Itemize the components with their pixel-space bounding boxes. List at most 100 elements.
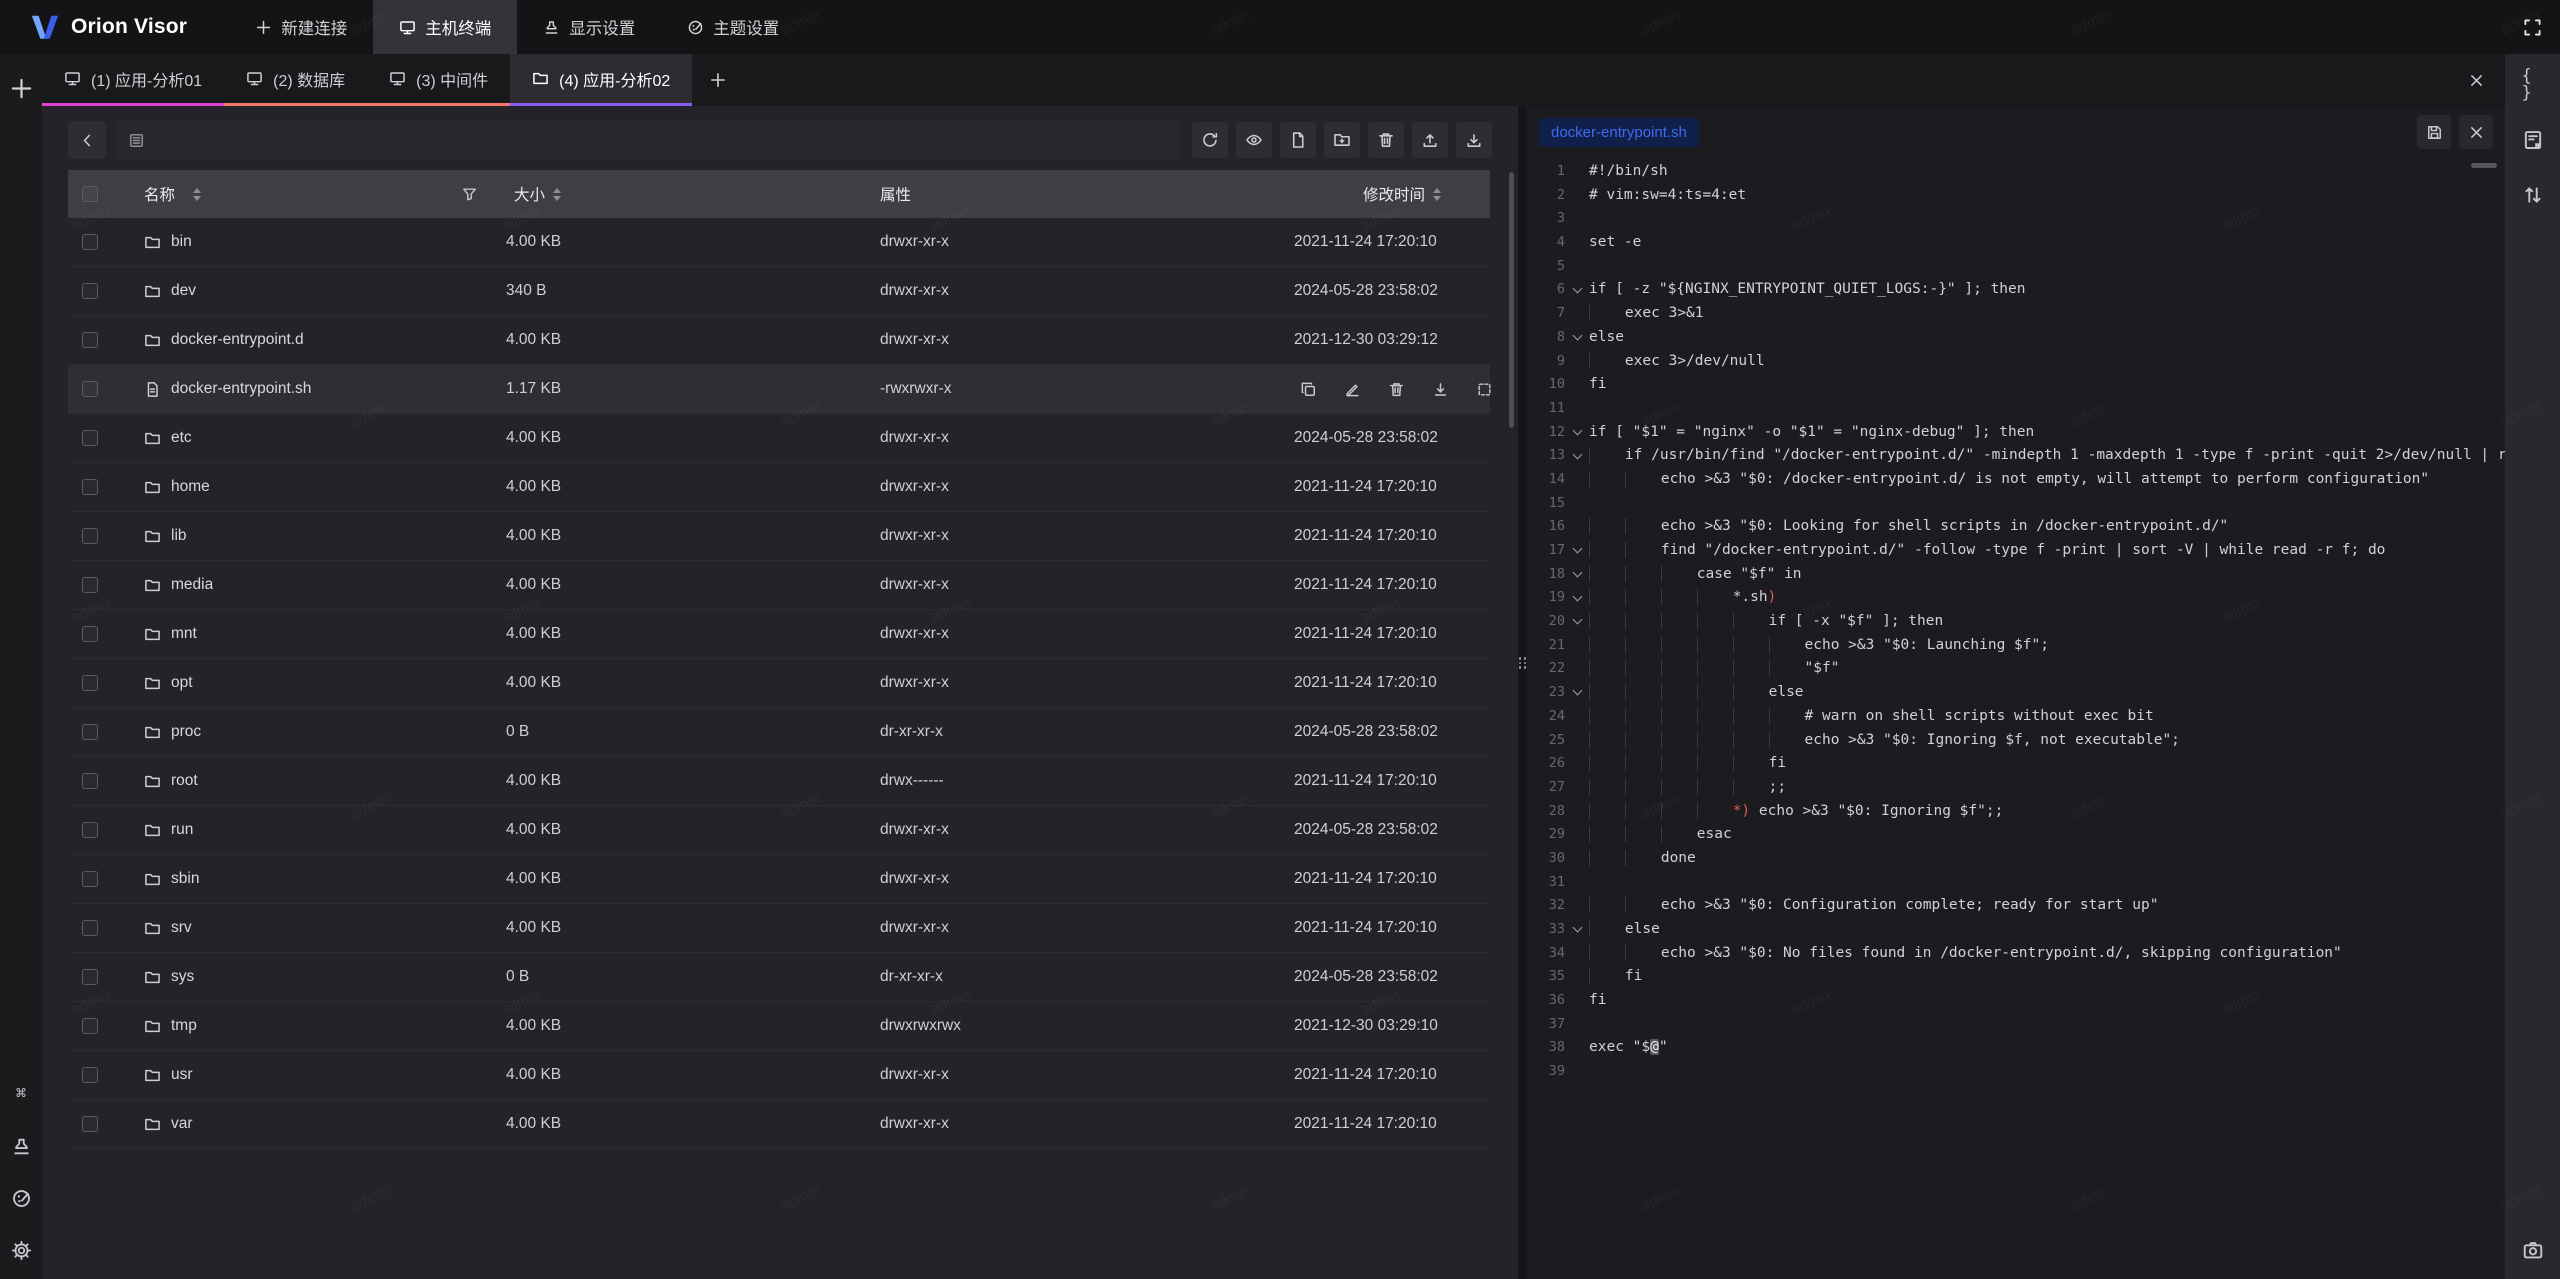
row-checkbox[interactable] xyxy=(82,626,98,642)
table-row[interactable]: proc 0 B dr-xr-xr-x 2024-05-28 23:58:02 xyxy=(68,708,1490,757)
session-tab[interactable]: (1) 应用-分析01 xyxy=(42,54,224,106)
fullscreen-button[interactable] xyxy=(2504,0,2560,54)
fold-icon[interactable] xyxy=(1572,283,1582,293)
fold-icon[interactable] xyxy=(1572,923,1582,933)
panel-splitter[interactable] xyxy=(1518,106,1527,1279)
file-size: 4.00 KB xyxy=(506,919,880,937)
save-button[interactable] xyxy=(2417,115,2451,149)
folder-icon xyxy=(144,822,161,839)
fold-icon[interactable] xyxy=(1572,568,1582,578)
table-row[interactable]: media 4.00 KB drwxr-xr-x 2021-11-24 17:2… xyxy=(68,561,1490,610)
edit-icon[interactable] xyxy=(1344,381,1361,398)
new-folder-icon xyxy=(1333,131,1351,149)
plus-icon[interactable] xyxy=(9,76,34,101)
row-checkbox[interactable] xyxy=(82,969,98,985)
fold-icon[interactable] xyxy=(1572,425,1582,435)
row-checkbox[interactable] xyxy=(82,528,98,544)
row-checkbox[interactable] xyxy=(82,871,98,887)
sort-mtime-control[interactable] xyxy=(1433,188,1441,201)
refresh-button[interactable] xyxy=(1192,122,1228,158)
row-checkbox[interactable] xyxy=(82,773,98,789)
table-row[interactable]: docker-entrypoint.d 4.00 KB drwxr-xr-x 2… xyxy=(68,316,1490,365)
table-row[interactable]: tmp 4.00 KB drwxrwxrwx 2021-12-30 03:29:… xyxy=(68,1002,1490,1051)
topbar-menu-item[interactable]: 新建连接 xyxy=(229,0,373,54)
new-file-button[interactable] xyxy=(1280,122,1316,158)
table-row[interactable]: etc 4.00 KB drwxr-xr-x 2024-05-28 23:58:… xyxy=(68,414,1490,463)
line-number: 13 xyxy=(1527,444,1565,468)
fold-icon[interactable] xyxy=(1572,331,1582,341)
list-icon[interactable] xyxy=(128,132,145,149)
close-editor-button[interactable] xyxy=(2459,115,2493,149)
session-tab[interactable]: (2) 数据库 xyxy=(224,54,367,106)
code-editor[interactable]: 1 #!/bin/sh 2 # vim:sw=4:ts=4:et 3 4 set… xyxy=(1527,158,2505,1279)
fold-icon[interactable] xyxy=(1572,615,1582,625)
download-arrow-icon[interactable] xyxy=(1432,381,1449,398)
fold-icon[interactable] xyxy=(1572,544,1582,554)
new-tab-button[interactable] xyxy=(692,54,744,106)
eye-button[interactable] xyxy=(1236,122,1272,158)
topbar-menu-item[interactable]: 主题设置 xyxy=(661,0,805,54)
row-checkbox[interactable] xyxy=(82,430,98,446)
copy-icon[interactable] xyxy=(1300,381,1317,398)
table-row[interactable]: var 4.00 KB drwxr-xr-x 2021-11-24 17:20:… xyxy=(68,1100,1490,1149)
new-folder-button[interactable] xyxy=(1324,122,1360,158)
table-row[interactable]: dev 340 B drwxr-xr-x 2024-05-28 23:58:02 xyxy=(68,267,1490,316)
display-settings-icon[interactable] xyxy=(11,1136,32,1157)
table-row[interactable]: sys 0 B dr-xr-xr-x 2024-05-28 23:58:02 xyxy=(68,953,1490,1002)
fold-icon[interactable] xyxy=(1572,449,1582,459)
row-checkbox[interactable] xyxy=(82,920,98,936)
editor-file-tab[interactable]: docker-entrypoint.sh xyxy=(1539,118,1699,147)
row-checkbox[interactable] xyxy=(82,479,98,495)
upload-button[interactable] xyxy=(1412,122,1448,158)
sort-name-control[interactable] xyxy=(193,188,201,201)
row-checkbox[interactable] xyxy=(82,283,98,299)
script-doc-icon[interactable] xyxy=(2522,129,2544,151)
file-list-scrollbar[interactable] xyxy=(1509,172,1514,428)
row-checkbox[interactable] xyxy=(82,822,98,838)
table-row[interactable]: opt 4.00 KB drwxr-xr-x 2021-11-24 17:20:… xyxy=(68,659,1490,708)
select-all-checkbox[interactable] xyxy=(82,186,98,202)
table-row[interactable]: sbin 4.00 KB drwxr-xr-x 2021-11-24 17:20… xyxy=(68,855,1490,904)
table-row[interactable]: home 4.00 KB drwxr-xr-x 2021-11-24 17:20… xyxy=(68,463,1490,512)
braces-icon[interactable]: { } xyxy=(2522,74,2544,96)
move-icon[interactable] xyxy=(1476,381,1493,398)
row-checkbox[interactable] xyxy=(82,234,98,250)
session-tab[interactable]: (4) 应用-分析02 xyxy=(510,54,692,106)
fold-icon[interactable] xyxy=(1572,686,1582,696)
row-checkbox[interactable] xyxy=(82,1018,98,1034)
filter-icon[interactable] xyxy=(461,186,478,203)
table-row[interactable]: bin 4.00 KB drwxr-xr-x 2021-11-24 17:20:… xyxy=(68,218,1490,267)
fold-icon[interactable] xyxy=(1572,591,1582,601)
row-checkbox[interactable] xyxy=(82,675,98,691)
sort-size-control[interactable] xyxy=(553,188,561,201)
editor-scrollbar[interactable] xyxy=(2471,163,2497,168)
table-row[interactable]: mnt 4.00 KB drwxr-xr-x 2021-11-24 17:20:… xyxy=(68,610,1490,659)
table-row[interactable]: lib 4.00 KB drwxr-xr-x 2021-11-24 17:20:… xyxy=(68,512,1490,561)
row-checkbox[interactable] xyxy=(82,332,98,348)
swap-arrows-icon[interactable] xyxy=(2522,184,2544,206)
table-row[interactable]: srv 4.00 KB drwxr-xr-x 2021-11-24 17:20:… xyxy=(68,904,1490,953)
command-icon[interactable]: ⌘ xyxy=(11,1084,32,1105)
table-row[interactable]: usr 4.00 KB drwxr-xr-x 2021-11-24 17:20:… xyxy=(68,1051,1490,1100)
theme-settings-icon[interactable] xyxy=(11,1188,32,1209)
table-row[interactable]: run 4.00 KB drwxr-xr-x 2024-05-28 23:58:… xyxy=(68,806,1490,855)
row-checkbox[interactable] xyxy=(82,1067,98,1083)
line-number: 12 xyxy=(1527,421,1565,445)
camera-icon[interactable] xyxy=(2522,1239,2544,1261)
topbar-menu-item[interactable]: 显示设置 xyxy=(517,0,661,54)
row-checkbox[interactable] xyxy=(82,381,98,397)
row-checkbox[interactable] xyxy=(82,577,98,593)
trash-icon[interactable] xyxy=(1388,381,1405,398)
session-tab[interactable]: (3) 中间件 xyxy=(367,54,510,106)
row-checkbox[interactable] xyxy=(82,1116,98,1132)
row-checkbox[interactable] xyxy=(82,724,98,740)
close-panel-button[interactable] xyxy=(2462,54,2491,106)
back-button[interactable] xyxy=(68,121,106,159)
topbar-menu-item[interactable]: 主机终端 xyxy=(373,0,517,54)
table-row[interactable]: root 4.00 KB drwx------ 2021-11-24 17:20… xyxy=(68,757,1490,806)
path-input[interactable] xyxy=(153,131,1168,150)
trash-button[interactable] xyxy=(1368,122,1404,158)
settings-gear-icon[interactable] xyxy=(11,1240,32,1261)
download-button[interactable] xyxy=(1456,122,1492,158)
table-row[interactable]: docker-entrypoint.sh 1.17 KB -rwxrwxr-x xyxy=(68,365,1490,414)
